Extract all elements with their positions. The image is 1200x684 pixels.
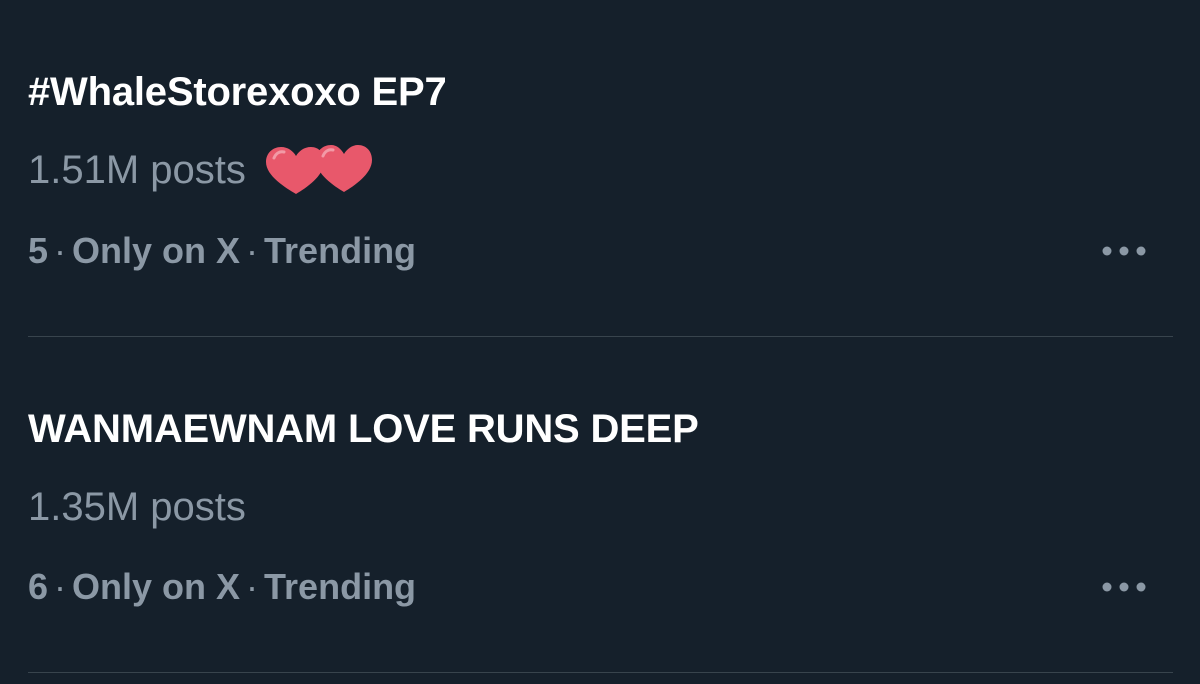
- trend-context: Only on X: [72, 566, 241, 607]
- trend-category: Trending: [264, 566, 417, 607]
- post-count: 1.35M posts: [28, 485, 246, 529]
- post-count-row: 1.35M posts: [28, 483, 246, 531]
- trend-meta: 5 · Only on X · Trending: [28, 229, 416, 273]
- meta-separator: ·: [246, 566, 259, 607]
- meta-separator: ·: [246, 230, 259, 271]
- trend-context: Only on X: [72, 230, 241, 271]
- trend-title[interactable]: WANMAEWNAM LOVE RUNS DEEP: [28, 405, 699, 453]
- trend-rank: 6: [28, 566, 49, 607]
- more-horizontal-icon: [1102, 582, 1146, 592]
- trend-item[interactable]: #WhaleStorexoxo EP7 1.51M posts 5 · Only o…: [0, 0, 1200, 336]
- meta-separator: ·: [54, 230, 67, 271]
- trend-rank: 5: [28, 230, 49, 271]
- more-options-button[interactable]: [1096, 565, 1152, 609]
- trend-category: Trending: [264, 230, 417, 271]
- more-horizontal-icon: [1102, 246, 1146, 256]
- two-hearts-icon: [265, 145, 372, 194]
- meta-separator: ·: [54, 566, 67, 607]
- divider: [28, 672, 1173, 673]
- post-count-row: 1.51M posts: [28, 145, 374, 194]
- two-hearts-icon: [264, 142, 374, 198]
- trend-meta: 6 · Only on X · Trending: [28, 565, 416, 609]
- more-options-button[interactable]: [1096, 229, 1152, 273]
- trend-item[interactable]: WANMAEWNAM LOVE RUNS DEEP 1.35M posts 6 ·…: [0, 337, 1200, 672]
- trend-title[interactable]: #WhaleStorexoxo EP7: [28, 68, 447, 116]
- post-count: 1.51M posts: [28, 148, 246, 192]
